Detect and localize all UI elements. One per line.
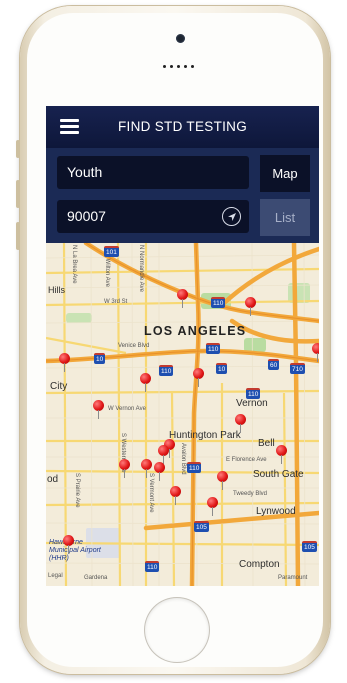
map-label-normandie: N Normandie Ave (138, 245, 144, 292)
zip-code-input[interactable]: 90007 (57, 200, 249, 233)
app-header: FIND STD TESTING (46, 106, 319, 148)
map-label-paramount: Paramount (278, 575, 308, 581)
map-label-la-brea: N La Brea Ave (71, 245, 77, 284)
map-label-vernon: Vernon (236, 398, 268, 409)
map-label-venice: Venice Blvd (118, 343, 150, 349)
map-label-compton: Compton (239, 559, 280, 570)
location-pin[interactable] (170, 486, 181, 505)
freeway-shield: 105 (194, 521, 209, 532)
map-label-city-left: City (50, 381, 68, 392)
map-label-florence: E Florence Ave (226, 457, 267, 463)
location-pin[interactable] (276, 445, 287, 464)
map-label-vermont: S Vermont Ave (148, 473, 154, 513)
map-label-wilton: S Wilton Ave (104, 253, 110, 287)
freeway-shield: 60 (268, 359, 280, 370)
zip-code-value: 90007 (67, 208, 106, 224)
location-arrow-icon[interactable] (222, 207, 241, 226)
freeway-shield: 10 (216, 363, 228, 374)
home-button[interactable] (145, 598, 209, 662)
keyword-input[interactable]: Youth (57, 156, 249, 189)
freeway-shield: 110 (159, 365, 174, 376)
location-pin[interactable] (59, 353, 70, 372)
freeway-shield: 110 (206, 343, 221, 354)
location-pin[interactable] (177, 289, 188, 308)
volume-up-button (16, 180, 20, 208)
map-label-legal: Legal (48, 573, 63, 579)
location-pin[interactable] (207, 497, 218, 516)
location-pin[interactable] (312, 343, 319, 362)
location-pin[interactable] (93, 400, 104, 419)
freeway-shield: 10 (94, 353, 106, 364)
location-pin[interactable] (154, 462, 165, 481)
location-pin[interactable] (63, 535, 74, 554)
tab-map[interactable]: Map (260, 155, 310, 192)
location-pin[interactable] (140, 373, 151, 392)
freeway-shield: 110 (246, 388, 261, 399)
tab-list[interactable]: List (260, 199, 310, 236)
map-view[interactable]: Hills W 3rd St LOS ANGELES Venice Blvd C… (46, 243, 319, 586)
silent-switch (16, 140, 20, 158)
map-label-airport: Hawthorne Municipal Airport (HHR) (49, 539, 101, 562)
freeway-shield: 110 (211, 297, 226, 308)
map-label-tweedy: Tweedy Blvd (233, 491, 268, 497)
front-camera-icon (176, 34, 185, 43)
map-label-wvernon: W Vernon Ave (108, 406, 146, 412)
location-pin[interactable] (193, 368, 204, 387)
map-label-prairie: S Prairie Ave (74, 473, 80, 508)
map-label-gardena: Gardena (84, 575, 108, 581)
location-pin[interactable] (158, 445, 169, 464)
page-title: FIND STD TESTING (117, 119, 248, 134)
map-label-lynwood: Lynwood (256, 506, 296, 517)
location-pin[interactable] (119, 459, 130, 478)
map-label-avalon: Avalon Blvd (180, 443, 186, 475)
map-label-hills: Hills (48, 285, 65, 295)
freeway-shield: 710 (290, 363, 305, 374)
freeway-shield: 110 (187, 462, 202, 473)
location-pin[interactable] (235, 414, 246, 433)
search-panel: Youth Map 90007 List (46, 148, 319, 243)
app-screen: FIND STD TESTING Youth Map 90007 List Hi… (46, 106, 319, 586)
map-label-w3rd: W 3rd St (104, 299, 128, 305)
location-pin[interactable] (141, 459, 152, 478)
location-pin[interactable] (245, 297, 256, 316)
map-label-los-angeles: LOS ANGELES (144, 324, 247, 338)
map-label-wood: od (47, 474, 59, 485)
map-label-south-gate: South Gate (253, 469, 304, 480)
earpiece-speaker (150, 63, 206, 69)
freeway-shield: 101 (104, 246, 119, 257)
location-pin[interactable] (217, 471, 228, 490)
freeway-shield: 105 (302, 541, 317, 552)
map-label-bell: Bell (258, 438, 275, 449)
volume-down-button (16, 222, 20, 250)
map-label-huntington-park: Huntington Park (169, 430, 241, 441)
freeway-shield: 110 (145, 561, 160, 572)
